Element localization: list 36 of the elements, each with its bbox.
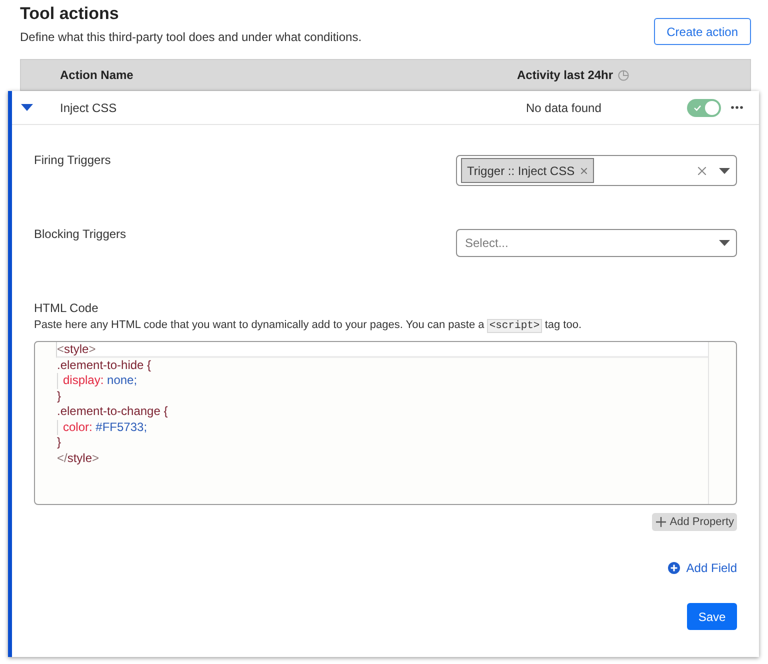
check-icon — [694, 104, 701, 110]
page-title: Tool actions — [20, 4, 120, 24]
plus-icon — [656, 517, 666, 527]
caret-down-icon — [719, 168, 730, 174]
save-button[interactable]: Save — [687, 603, 737, 630]
column-header: Activity last 24hr — [517, 68, 614, 82]
activity-status: No data found — [526, 100, 602, 114]
code-line: display: none; — [57, 373, 138, 388]
code-line: } — [56, 388, 62, 404]
select-field[interactable]: Select... — [456, 229, 737, 257]
add-field-link[interactable]: Add Field — [668, 560, 737, 576]
code-line: .element-to-hide { — [56, 358, 152, 373]
toggle-switch[interactable] — [687, 98, 721, 116]
clear-icon[interactable] — [698, 166, 706, 174]
action-name: Inject CSS — [60, 100, 117, 114]
trigger-chip[interactable]: Trigger :: Inject CSS — [461, 158, 594, 183]
field-description: Paste here any HTML code that you want to dynamically add to your pages. You can paste a <script> tag too. — [34, 318, 583, 333]
field-label: Blocking Triggers — [34, 227, 126, 241]
close-icon[interactable] — [580, 168, 587, 174]
caret-down-icon[interactable] — [21, 104, 33, 111]
trigger-select[interactable]: Trigger :: Inject CSS — [456, 155, 737, 186]
page-subtitle: Define what this third-party tool does and under what conditions. — [20, 30, 362, 44]
column-header: Action Name — [60, 68, 134, 82]
code-line: </style> — [56, 450, 100, 466]
create-action-button[interactable]: Create action — [654, 18, 751, 45]
code-line: .element-to-change { — [56, 404, 168, 420]
more-icon[interactable] — [731, 106, 743, 109]
field-label: HTML Code — [34, 301, 98, 315]
code-editor[interactable]: <style> .element-to-hide { display: none; } .element-to-change { color: #FF5733; } </style> — [34, 341, 737, 505]
plus-circle-icon — [668, 562, 680, 574]
clock-icon — [618, 70, 630, 80]
field-label: Firing Triggers — [34, 153, 111, 167]
add-property-button[interactable]: Add Property — [652, 513, 737, 531]
code-line: color: #FF5733; — [57, 420, 148, 435]
code-line: } — [56, 435, 62, 450]
caret-down-icon — [719, 240, 730, 246]
